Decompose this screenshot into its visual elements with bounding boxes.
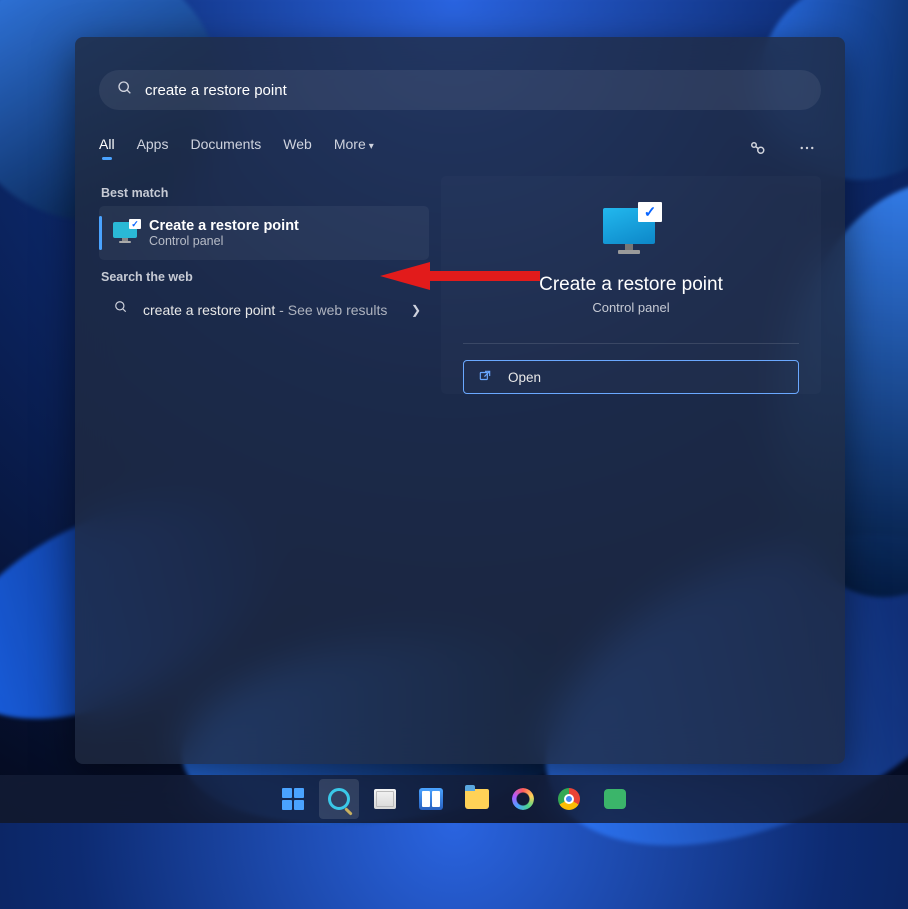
taskbar: [0, 775, 908, 823]
open-external-icon: [478, 369, 492, 386]
tab-documents[interactable]: Documents: [190, 136, 261, 160]
tab-more[interactable]: More▾: [334, 136, 374, 160]
open-button[interactable]: Open: [463, 360, 799, 394]
quick-search-button[interactable]: [743, 134, 771, 162]
search-tabs: All Apps Documents Web More▾: [99, 134, 821, 162]
web-result-row[interactable]: create a restore point - See web results…: [99, 290, 429, 329]
result-subtitle: Control panel: [149, 234, 299, 248]
section-best-match: Best match: [101, 186, 429, 200]
file-explorer-button[interactable]: [457, 779, 497, 819]
search-box[interactable]: [99, 70, 821, 110]
detail-subtitle: Control panel: [592, 300, 669, 315]
tab-apps[interactable]: Apps: [137, 136, 169, 160]
search-input[interactable]: [145, 82, 803, 99]
system-properties-icon: ✓: [113, 222, 137, 244]
results-list: Best match ✓ Create a restore point Cont…: [99, 176, 429, 394]
system-properties-icon: ✓: [600, 202, 662, 256]
search-icon: [117, 80, 133, 101]
web-result-text: create a restore point - See web results: [143, 302, 397, 318]
selection-indicator: [99, 216, 102, 250]
divider: [463, 343, 799, 344]
detail-pane: ✓ Create a restore point Control panel O…: [441, 176, 821, 394]
section-search-web: Search the web: [101, 270, 429, 284]
chevron-down-icon: ▾: [369, 141, 374, 152]
search-panel: All Apps Documents Web More▾ Best match …: [75, 37, 845, 764]
tab-all[interactable]: All: [99, 136, 115, 160]
taskbar-search-button[interactable]: [319, 779, 359, 819]
chevron-right-icon: ❯: [411, 303, 421, 317]
messaging-button[interactable]: [595, 779, 635, 819]
copilot-button[interactable]: [503, 779, 543, 819]
open-button-label: Open: [508, 370, 541, 385]
result-create-restore-point[interactable]: ✓ Create a restore point Control panel: [99, 206, 429, 260]
detail-title: Create a restore point: [539, 274, 723, 296]
search-icon: [113, 300, 129, 319]
chrome-button[interactable]: [549, 779, 589, 819]
tab-web[interactable]: Web: [283, 136, 312, 160]
task-view-button[interactable]: [365, 779, 405, 819]
widgets-button[interactable]: [411, 779, 451, 819]
result-title: Create a restore point: [149, 218, 299, 234]
start-button[interactable]: [273, 779, 313, 819]
more-options-button[interactable]: [793, 134, 821, 162]
